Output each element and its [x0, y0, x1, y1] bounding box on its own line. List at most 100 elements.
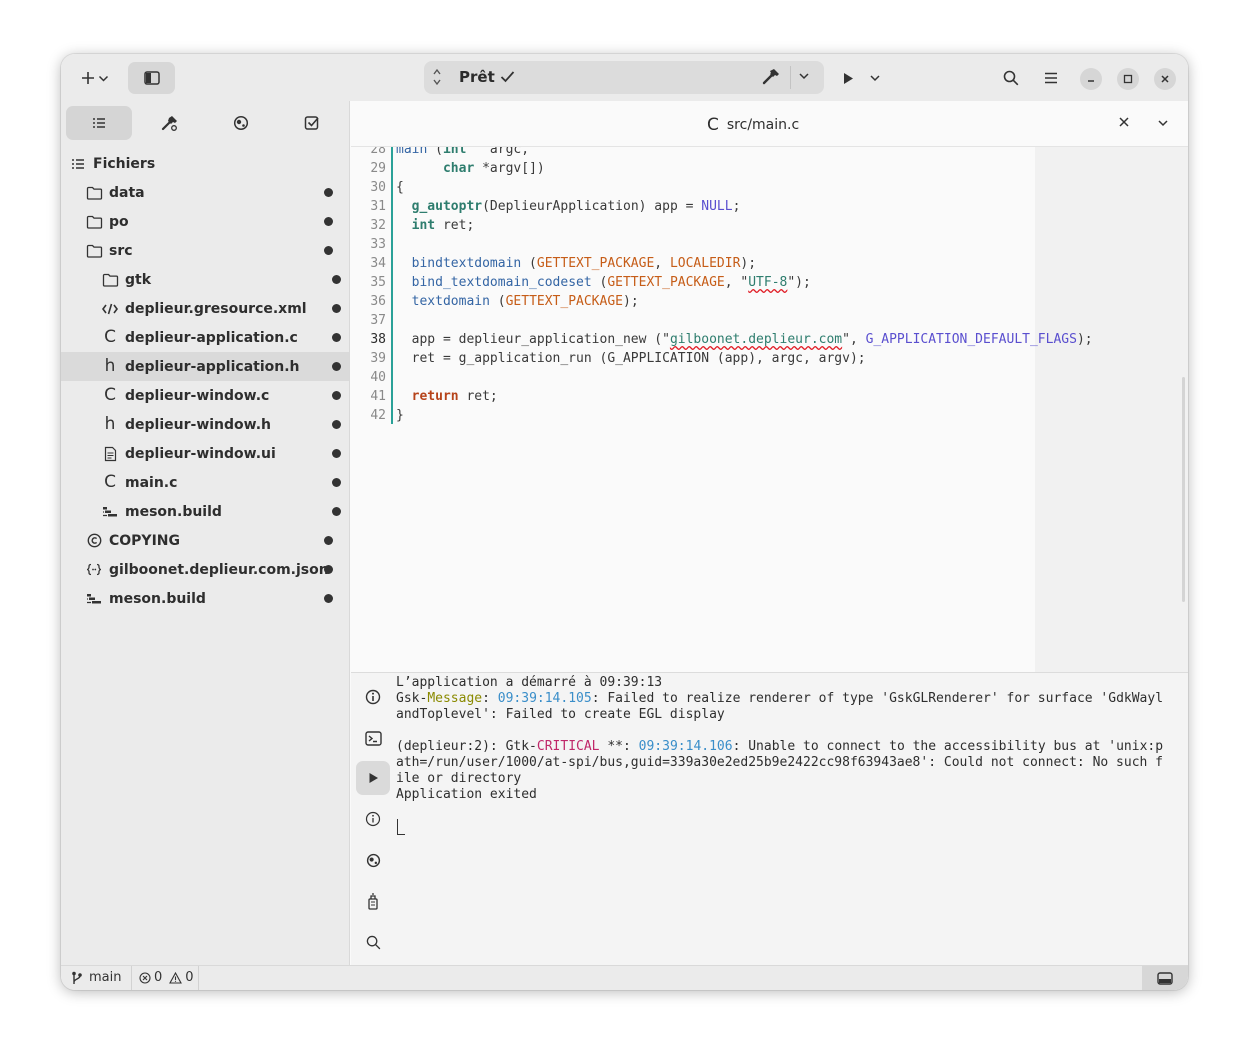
search-icon: [366, 935, 381, 950]
maximize-button[interactable]: [1117, 68, 1139, 90]
close-window-button[interactable]: [1154, 68, 1176, 90]
messages-button[interactable]: [356, 680, 390, 714]
error-icon: [139, 971, 151, 984]
tree-item[interactable]: data: [61, 178, 349, 207]
code-line[interactable]: 29 char *argv[]): [351, 159, 1035, 178]
tab-todo[interactable]: [279, 106, 345, 140]
tree-item[interactable]: h deplieur-window.h: [61, 410, 349, 439]
flatpak-button[interactable]: [356, 884, 390, 918]
code-line[interactable]: 40: [351, 368, 1035, 387]
code-line[interactable]: 37: [351, 311, 1035, 330]
code-line[interactable]: 33: [351, 235, 1035, 254]
code-text: {: [396, 178, 404, 197]
code-token: GETTEXT_PACKAGE: [505, 294, 623, 309]
console-line: Application exited: [396, 787, 537, 803]
info-icon: [365, 689, 381, 705]
sidebar-toggle-button[interactable]: [128, 62, 175, 94]
console-text: 09:39:14.106: [638, 739, 733, 754]
code-editor[interactable]: 28 main (int argc, 29 char *argv[]) 30{31 g…: [351, 147, 1188, 672]
code-line[interactable]: 36 textdomain (GETTEXT_PACKAGE);: [351, 292, 1035, 311]
console-text: L’application a démarré à 09:39:13: [396, 675, 663, 690]
build-file-icon: [85, 590, 103, 608]
document-title[interactable]: C src/main.c: [707, 115, 799, 135]
code-token: LOCALEDIR: [669, 256, 741, 271]
code-token: ;: [732, 199, 741, 214]
tree-item[interactable]: Cmain.c: [61, 468, 349, 497]
code-line[interactable]: 41 return ret;: [351, 387, 1035, 406]
line-number: 34: [370, 256, 386, 271]
list-icon: [92, 117, 106, 129]
global-search-button[interactable]: [997, 62, 1025, 94]
code-token: return: [411, 389, 459, 404]
json-icon: [85, 561, 103, 579]
editor-scrollbar[interactable]: [1182, 377, 1185, 602]
tab-dependencies[interactable]: [208, 106, 274, 140]
build-log-button[interactable]: [356, 802, 390, 836]
tree-item[interactable]: gilboonet.deplieur.com.json: [61, 555, 349, 584]
c-file-icon: C: [104, 472, 116, 492]
console-text: Application exited: [396, 787, 537, 802]
tree-item[interactable]: po: [61, 207, 349, 236]
build-status-pill[interactable]: Prêt: [424, 61, 824, 94]
close-document-icon[interactable]: [1118, 116, 1130, 128]
minimize-button[interactable]: [1080, 68, 1102, 90]
c-file-icon: C: [104, 385, 116, 405]
code-token: (DeplieurApplication) app =: [482, 199, 702, 214]
chevron-down-icon[interactable]: [1157, 117, 1169, 129]
status-separator: [198, 966, 199, 990]
chevron-down-icon[interactable]: [798, 70, 810, 82]
search-results-button[interactable]: [356, 925, 390, 959]
code-line[interactable]: 32 int ret;: [351, 216, 1035, 235]
code-line[interactable]: 38 app = deplieur_application_new ("gilb…: [351, 330, 1092, 349]
tree-item[interactable]: Cdeplieur-application.c: [61, 323, 349, 352]
application-output-button[interactable]: [356, 761, 390, 795]
tree-item[interactable]: Cdeplieur-window.c: [61, 381, 349, 410]
tab-project-tree[interactable]: [66, 106, 132, 140]
tree-item[interactable]: meson.build: [61, 584, 349, 613]
tree-item[interactable]: deplieur-window.ui: [61, 439, 349, 468]
tree-item-label: meson.build: [125, 503, 222, 520]
vcs-branch[interactable]: main: [71, 970, 121, 985]
checkmark-icon: [500, 70, 515, 83]
tree-item[interactable]: gtk: [61, 265, 349, 294]
sidebar-tabs: [61, 101, 350, 149]
terminal-button[interactable]: [356, 721, 390, 755]
code-line[interactable]: 34 bindtextdomain (GETTEXT_PACKAGE, LOCA…: [351, 254, 1035, 273]
code-line[interactable]: 42}: [351, 406, 1035, 425]
tree-item[interactable]: meson.build: [61, 497, 349, 526]
code-line[interactable]: 35 bind_textdomain_codeset (GETTEXT_PACK…: [351, 273, 1035, 292]
code-minimap[interactable]: [1035, 147, 1188, 672]
tree-item-label: deplieur-window.c: [125, 387, 270, 404]
c-file-icon: C: [104, 327, 116, 347]
dependencies-button[interactable]: [356, 843, 390, 877]
bottom-panel-toggle[interactable]: [1142, 966, 1188, 990]
main-menu-button[interactable]: [1037, 62, 1065, 94]
build-file-icon: [101, 503, 119, 521]
globe-icon: [366, 853, 381, 868]
warning-icon: [169, 971, 183, 984]
code-line[interactable]: 30 {: [351, 178, 1035, 197]
code-line[interactable]: 28 main (int argc,: [351, 147, 1035, 159]
new-menu-button[interactable]: [70, 62, 120, 94]
build-hammer-icon[interactable]: [761, 68, 781, 86]
diagnostics-summary[interactable]: 0 0: [139, 970, 194, 985]
tree-item[interactable]: deplieur.gresource.xml: [61, 294, 349, 323]
code-text: bindtextdomain (GETTEXT_PACKAGE, LOCALED…: [396, 254, 756, 273]
run-menu-button[interactable]: [865, 62, 885, 94]
tree-item[interactable]: h deplieur-application.h: [61, 352, 349, 381]
application-output[interactable]: L’application a démarré à 09:39:13 Gsk-Me…: [396, 673, 1188, 966]
tree-item[interactable]: Fichiers: [61, 149, 349, 178]
globe-icon: [233, 115, 249, 131]
console-text: : Failed to realize renderer of type 'Gs…: [591, 691, 1164, 706]
console-text: :: [482, 691, 498, 706]
modified-indicator: [324, 594, 333, 603]
tab-build[interactable]: [137, 106, 203, 140]
branch-name: main: [89, 970, 122, 985]
tree-item-label: deplieur-application.c: [125, 329, 298, 346]
tree-item[interactable]: COPYING: [61, 526, 349, 555]
run-button[interactable]: [835, 62, 861, 94]
code-line[interactable]: 31 g_autoptr(DeplieurApplication) app = …: [351, 197, 1035, 216]
tree-item[interactable]: src: [61, 236, 349, 265]
code-line[interactable]: 39 ret = g_application_run (G_APPLICATIO…: [351, 349, 1035, 368]
panel-bottom-icon: [1157, 972, 1173, 985]
